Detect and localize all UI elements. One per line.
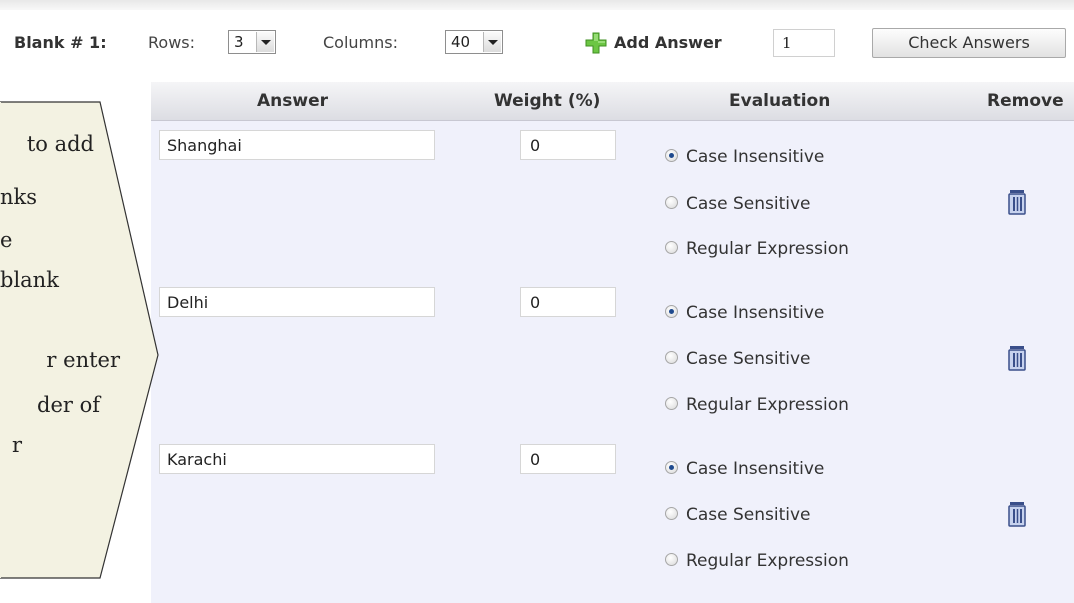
radio-label: Regular Expression — [686, 551, 849, 571]
callout-line: r enter — [46, 348, 120, 372]
radio-label: Case Sensitive — [686, 505, 811, 525]
radio-case-insensitive[interactable]: Case Insensitive — [665, 456, 824, 482]
radio-checked-icon[interactable] — [665, 148, 678, 162]
callout-line: to add — [26, 132, 94, 156]
callout-line: blank — [0, 268, 59, 292]
radio-checked-icon[interactable] — [665, 460, 678, 474]
radio-icon[interactable] — [665, 195, 678, 209]
header-remove: Remove — [987, 91, 1064, 111]
plus-icon[interactable] — [585, 32, 607, 54]
answer-input[interactable] — [159, 130, 435, 160]
radio-label: Regular Expression — [686, 239, 849, 259]
radio-regular-expression[interactable]: Regular Expression — [665, 548, 849, 574]
chevron-down-icon[interactable] — [483, 32, 501, 52]
rows-select-value: 3 — [234, 33, 244, 51]
trash-icon[interactable] — [1005, 501, 1029, 527]
callout-line: r — [11, 433, 22, 457]
radio-case-sensitive[interactable]: Case Sensitive — [665, 191, 811, 217]
radio-checked-icon[interactable] — [665, 304, 678, 318]
check-answers-button[interactable]: Check Answers — [872, 28, 1066, 58]
add-answer-label[interactable]: Add Answer — [614, 26, 722, 60]
top-border — [0, 0, 1074, 10]
columns-label: Columns: — [323, 33, 398, 52]
trash-icon[interactable] — [1005, 345, 1029, 371]
radio-icon[interactable] — [665, 506, 678, 520]
chevron-down-icon[interactable] — [256, 32, 274, 52]
trash-icon[interactable] — [1005, 189, 1029, 215]
radio-label: Case Insensitive — [686, 459, 825, 479]
radio-label: Case Sensitive — [686, 349, 811, 369]
callout-shape — [0, 101, 159, 579]
radio-regular-expression[interactable]: Regular Expression — [665, 236, 849, 262]
radio-label: Case Insensitive — [686, 303, 825, 323]
answer-input[interactable] — [159, 444, 435, 474]
weight-input[interactable] — [520, 130, 616, 160]
answers-panel — [151, 82, 1074, 603]
add-answer-count-input[interactable] — [773, 29, 835, 57]
radio-case-sensitive[interactable]: Case Sensitive — [665, 502, 811, 528]
answers-table-header: Answer Weight (%) Evaluation Remove — [151, 82, 1074, 121]
radio-label: Case Insensitive — [686, 147, 825, 167]
columns-select[interactable]: 40 — [445, 30, 503, 54]
radio-icon[interactable] — [665, 350, 678, 364]
rows-select[interactable]: 3 — [228, 30, 276, 54]
radio-label: Case Sensitive — [686, 194, 811, 214]
answer-input[interactable] — [159, 287, 435, 317]
radio-regular-expression[interactable]: Regular Expression — [665, 392, 849, 418]
radio-icon[interactable] — [665, 552, 678, 566]
header-answer: Answer — [257, 91, 328, 111]
header-evaluation: Evaluation — [729, 91, 831, 111]
radio-label: Regular Expression — [686, 395, 849, 415]
weight-input[interactable] — [520, 287, 616, 317]
radio-icon[interactable] — [665, 396, 678, 410]
callout-line: e — [0, 228, 13, 252]
radio-case-insensitive[interactable]: Case Insensitive — [665, 300, 824, 326]
columns-select-value: 40 — [451, 33, 471, 51]
radio-case-sensitive[interactable]: Case Sensitive — [665, 346, 811, 372]
callout-line: der of — [37, 393, 100, 417]
radio-icon[interactable] — [665, 240, 678, 254]
weight-input[interactable] — [520, 444, 616, 474]
callout-line: nks — [0, 185, 38, 209]
radio-case-insensitive[interactable]: Case Insensitive — [665, 144, 824, 170]
header-weight: Weight (%) — [494, 91, 601, 111]
